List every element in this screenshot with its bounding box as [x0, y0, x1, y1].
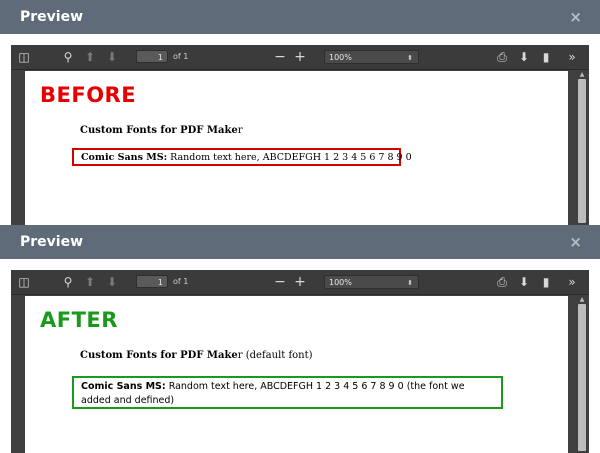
print-icon[interactable]: ⎙: [495, 270, 509, 294]
bookmark-icon[interactable]: ▮: [539, 270, 553, 294]
font-sample-text: Random text here, ABCDEFGH 1 2 3 4 5 6 7…: [167, 152, 412, 163]
before-label: BEFORE: [40, 83, 137, 107]
scroll-up-icon[interactable]: ▲: [577, 71, 587, 79]
page-count: of 1: [173, 52, 189, 61]
page-number-input[interactable]: 1: [136, 50, 168, 63]
preview-header: Preview ×: [0, 225, 600, 259]
print-icon[interactable]: ⎙: [495, 45, 509, 69]
zoom-value: 100%: [329, 278, 352, 287]
zoom-in-icon[interactable]: +: [293, 45, 307, 69]
search-icon[interactable]: ⚲: [61, 45, 75, 69]
after-label: AFTER: [40, 308, 118, 332]
heading-note: (default font): [242, 350, 313, 361]
vertical-scrollbar[interactable]: ▲: [577, 296, 587, 453]
sidebar-toggle-icon[interactable]: ◫: [17, 270, 31, 294]
download-icon[interactable]: ⬇: [517, 45, 531, 69]
zoom-out-icon[interactable]: −: [273, 270, 287, 294]
document-heading: Custom Fonts for PDF Maker (default font…: [80, 350, 313, 361]
chevron-updown-icon: ⬍: [407, 279, 413, 287]
vertical-scrollbar[interactable]: ▲: [577, 71, 587, 225]
bookmark-icon[interactable]: ▮: [539, 45, 553, 69]
font-sample-box: Comic Sans MS: Random text here, ABCDEFG…: [72, 148, 412, 166]
pdf-toolbar: ◫ ⚲ ⬆ ⬇ 1 of 1 − + 100% ⬍ ⎙ ⬇ ▮ »: [11, 45, 589, 70]
preview-title: Preview: [20, 234, 84, 250]
zoom-value: 100%: [329, 53, 352, 62]
search-icon[interactable]: ⚲: [61, 270, 75, 294]
preview-title: Preview: [20, 9, 84, 25]
pdf-page: BEFORE Custom Fonts for PDF Maker Comic …: [25, 71, 568, 225]
scroll-up-icon[interactable]: ▲: [577, 296, 587, 304]
pdf-page: AFTER Custom Fonts for PDF Maker (defaul…: [25, 296, 568, 453]
close-icon[interactable]: ×: [569, 225, 582, 259]
preview-header: Preview ×: [0, 0, 600, 34]
document-heading: Custom Fonts for PDF Maker: [80, 125, 243, 136]
font-sample-label: Comic Sans MS:: [81, 381, 166, 392]
next-page-icon[interactable]: ⬇: [105, 45, 119, 69]
pdf-toolbar: ◫ ⚲ ⬆ ⬇ 1 of 1 − + 100% ⬍ ⎙ ⬇ ▮ »: [11, 270, 589, 295]
next-page-icon[interactable]: ⬇: [105, 270, 119, 294]
font-sample-text: Random text here, ABCDEFGH 1 2 3 4 5 6 7…: [165, 381, 404, 392]
previous-page-icon[interactable]: ⬆: [83, 45, 97, 69]
zoom-out-icon[interactable]: −: [273, 45, 287, 69]
pdf-viewer: ◫ ⚲ ⬆ ⬇ 1 of 1 − + 100% ⬍ ⎙ ⬇ ▮ » AFTER C…: [11, 270, 589, 453]
pdf-viewer: ◫ ⚲ ⬆ ⬇ 1 of 1 − + 100% ⬍ ⎙ ⬇ ▮ » BEFORE …: [11, 45, 589, 225]
heading-text: Custom Fonts for PDF Make: [80, 125, 238, 136]
previous-page-icon[interactable]: ⬆: [83, 270, 97, 294]
page-number-input[interactable]: 1: [136, 275, 168, 288]
preview-panel-before: Preview × ◫ ⚲ ⬆ ⬇ 1 of 1 − + 100% ⬍ ⎙ ⬇ ▮…: [0, 0, 600, 225]
page-count: of 1: [173, 277, 189, 286]
scrollbar-thumb[interactable]: [578, 304, 586, 451]
close-icon[interactable]: ×: [569, 0, 582, 34]
zoom-in-icon[interactable]: +: [293, 270, 307, 294]
heading-tail: r: [237, 125, 243, 136]
heading-text: Custom Fonts for PDF Make: [80, 350, 238, 361]
chevron-updown-icon: ⬍: [407, 54, 413, 62]
tools-menu-icon[interactable]: »: [565, 45, 579, 69]
font-sample-box: Comic Sans MS: Random text here, ABCDEFG…: [72, 376, 503, 409]
font-sample-label: Comic Sans MS:: [81, 152, 168, 163]
tools-menu-icon[interactable]: »: [565, 270, 579, 294]
zoom-select[interactable]: 100% ⬍: [324, 50, 419, 64]
scrollbar-thumb[interactable]: [578, 79, 586, 223]
zoom-select[interactable]: 100% ⬍: [324, 275, 419, 289]
preview-panel-after: Preview × ◫ ⚲ ⬆ ⬇ 1 of 1 − + 100% ⬍ ⎙ ⬇ ▮…: [0, 225, 600, 453]
download-icon[interactable]: ⬇: [517, 270, 531, 294]
sidebar-toggle-icon[interactable]: ◫: [17, 45, 31, 69]
